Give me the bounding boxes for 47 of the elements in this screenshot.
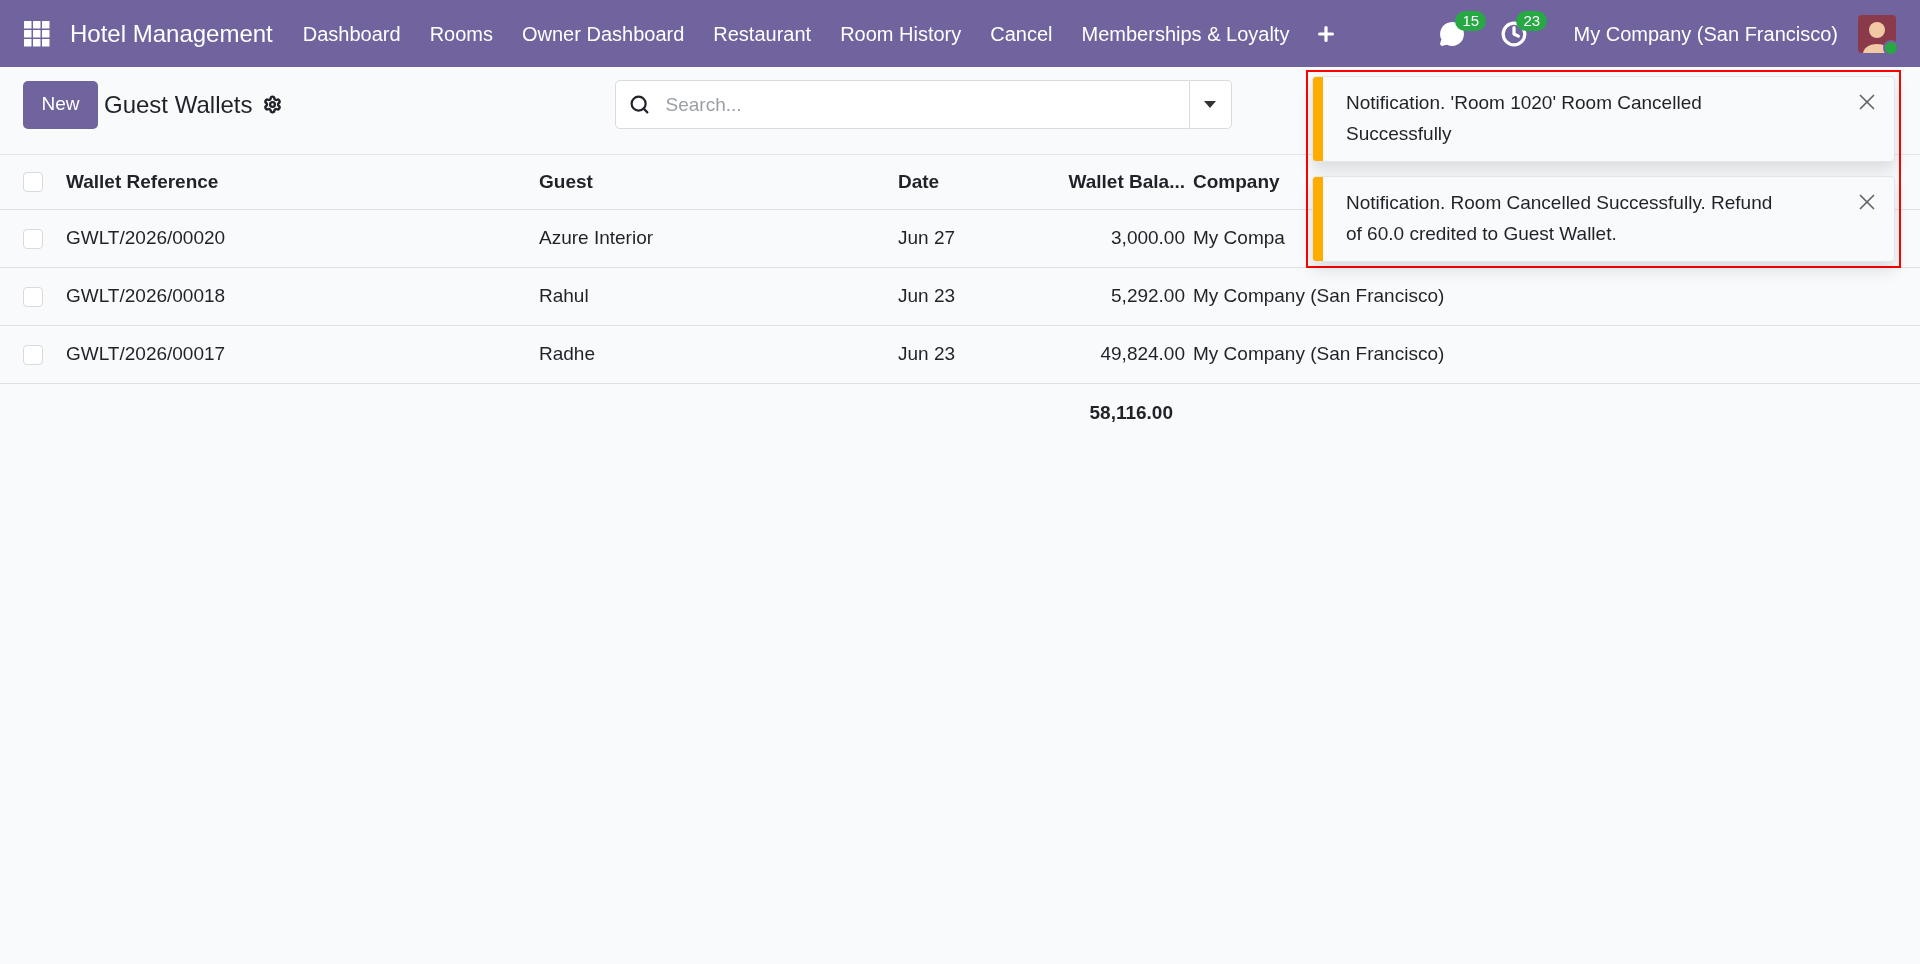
message-count-badge: 15	[1455, 10, 1487, 31]
table-cell-text: Jun 23	[898, 284, 956, 309]
menu-item[interactable]: Dashboard	[302, 18, 401, 49]
balance-total: 58,116.00	[1089, 400, 1173, 425]
search-options-toggle[interactable]	[1189, 80, 1232, 129]
table-cell-text: My Company (San Francisco)	[1193, 284, 1445, 309]
checkbox[interactable]	[23, 286, 43, 307]
table-cell-text: 49,824.00	[1100, 342, 1185, 367]
company-switcher[interactable]: My Company (San Francisco)	[1573, 18, 1838, 49]
user-avatar[interactable]	[1858, 14, 1896, 53]
table-cell-text: Radhe	[539, 342, 595, 367]
menu-item[interactable]: Owner Dashboard	[522, 18, 685, 49]
search-icon	[628, 94, 650, 115]
menu-item[interactable]: Restaurant	[713, 18, 812, 49]
checkbox[interactable]	[23, 344, 43, 365]
menu-item[interactable]: Room History	[840, 18, 962, 49]
app-name[interactable]: Hotel Management	[70, 15, 273, 52]
page-title: Guest Wallets	[104, 89, 253, 120]
settings-icon[interactable]	[262, 95, 282, 114]
table-cell-text: Rahul	[539, 284, 589, 309]
activity-count-badge: 23	[1516, 10, 1548, 31]
menu-item[interactable]: Cancel	[990, 18, 1053, 49]
table-cell-text: GWLT/2026/00018	[66, 284, 226, 309]
search-field[interactable]: Search...	[614, 80, 1190, 129]
table-cell-text: My Company (San Francisco)	[1193, 342, 1445, 367]
table-cell-text: My Compa	[1193, 226, 1285, 251]
checkbox[interactable]	[23, 228, 43, 249]
column-header[interactable]: Wallet Bala...	[1068, 167, 1185, 197]
column-header[interactable]: Date	[898, 167, 940, 197]
table-cell-text: 5,292.00	[1111, 284, 1185, 309]
table-cell-text: Jun 27	[898, 226, 956, 251]
menu-item[interactable]: Memberships & Loyalty	[1081, 18, 1290, 49]
table-cell-text: Azure Interior	[539, 226, 654, 251]
column-header[interactable]: Company	[1193, 167, 1280, 197]
table-cell-text: GWLT/2026/00017	[66, 342, 226, 367]
table-cell-text: Jun 23	[898, 342, 956, 367]
table-cell-text: 3,000.00	[1111, 226, 1185, 251]
caret-icon	[1204, 101, 1216, 108]
new-button[interactable]: New	[23, 80, 98, 129]
column-header[interactable]: Wallet Reference	[66, 167, 219, 197]
checkbox[interactable]	[23, 172, 43, 192]
notification-message: Notification. 'Room 1020' Room Cancelled Successfully	[1345, 91, 1703, 146]
notification-message: Notification. Room Cancelled Successfully. Refund of 60.0 credited to Guest Wallet.	[1345, 191, 1774, 246]
column-header[interactable]: Guest	[539, 167, 593, 197]
app-grid-icon[interactable]	[24, 20, 50, 47]
menu-item[interactable]: Rooms	[429, 18, 493, 49]
table-cell-text: GWLT/2026/00020	[66, 226, 226, 251]
